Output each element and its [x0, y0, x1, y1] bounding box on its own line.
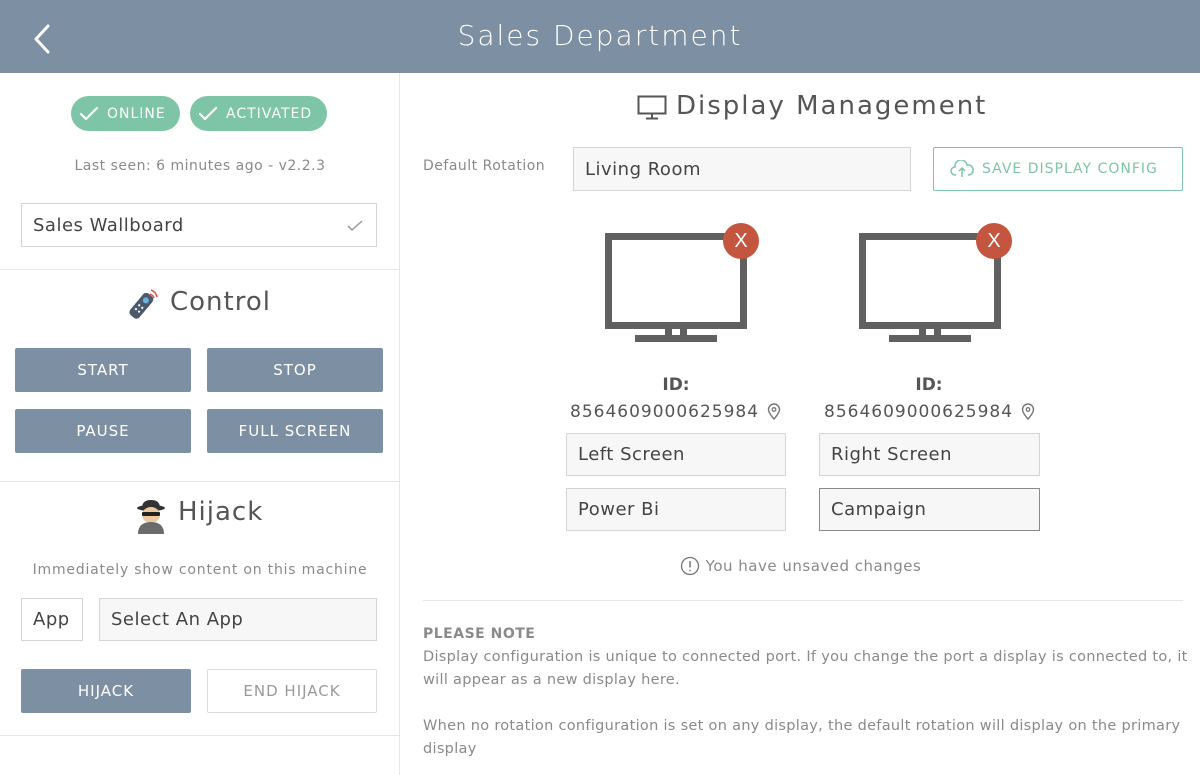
save-display-config-button[interactable]: SAVE DISPLAY CONFIG: [933, 147, 1183, 191]
display-name-input[interactable]: Left Screen: [566, 433, 786, 476]
monitor-icon: [637, 95, 667, 120]
divider: [0, 481, 400, 482]
default-rotation-select[interactable]: Living Room: [573, 147, 911, 191]
hijack-description: Immediately show content on this machine: [32, 562, 368, 578]
display-content-select[interactable]: Power Bi: [566, 488, 786, 531]
hijack-type-select[interactable]: App: [21, 598, 83, 641]
note-title: PLEASE NOTE: [423, 626, 536, 642]
control-title: Control: [170, 287, 271, 317]
online-badge: ONLINE: [71, 96, 180, 131]
note-paragraph: Display configuration is unique to conne…: [423, 649, 1188, 688]
wallboard-select[interactable]: Sales Wallboard: [21, 203, 377, 247]
online-label: ONLINE: [107, 105, 166, 122]
divider: [0, 269, 400, 270]
display-id-value: 8564609000625984: [824, 402, 1035, 422]
check-icon: [79, 106, 99, 120]
display-name-value: Right Screen: [831, 444, 953, 465]
pause-button[interactable]: PAUSE: [15, 409, 191, 453]
hijack-button[interactable]: HIJACK: [21, 669, 191, 713]
remote-control-icon: [129, 289, 158, 319]
divider: [423, 600, 1183, 601]
divider: [0, 735, 400, 736]
display-id-label: ID:: [662, 375, 690, 395]
alert-circle-icon: [680, 556, 699, 576]
default-rotation-label: Default Rotation: [423, 158, 546, 174]
display-management-panel: Display Management Default Rotation Livi…: [401, 73, 1200, 775]
display-id-number: 8564609000625984: [570, 402, 760, 422]
display-id-number: 8564609000625984: [824, 402, 1014, 422]
save-display-config-label: SAVE DISPLAY CONFIG: [982, 161, 1158, 177]
unsaved-changes-text: You have unsaved changes: [705, 557, 922, 575]
display-management-title: Display Management: [676, 91, 988, 121]
display-content-select[interactable]: Campaign: [819, 488, 1040, 531]
end-hijack-button[interactable]: END HIJACK: [207, 669, 377, 713]
display-name-input[interactable]: Right Screen: [819, 433, 1040, 476]
cloud-upload-icon: [950, 160, 974, 177]
check-icon: [198, 106, 218, 120]
display-id-value: 8564609000625984: [570, 402, 781, 422]
full-screen-button[interactable]: FULL SCREEN: [207, 409, 383, 453]
remove-display-button[interactable]: X: [976, 223, 1012, 259]
checkmark-icon: [347, 220, 363, 232]
location-pin-icon[interactable]: [767, 403, 781, 421]
left-panel: ONLINE ACTIVATED Last seen: 6 minutes ag…: [0, 73, 400, 775]
hijack-title: Hijack: [178, 497, 264, 527]
start-button[interactable]: START: [15, 348, 191, 392]
display-name-value: Left Screen: [578, 444, 685, 465]
display-content-value: Power Bi: [578, 499, 660, 520]
page-title: Sales Department: [457, 19, 743, 52]
last-seen-text: Last seen: 6 minutes ago - v2.2.3: [74, 158, 326, 174]
display-id-label: ID:: [915, 375, 943, 395]
wallboard-value: Sales Wallboard: [33, 214, 184, 236]
remove-display-button[interactable]: X: [723, 223, 759, 259]
unsaved-changes-notice: You have unsaved changes: [401, 556, 1200, 576]
display-content-value: Campaign: [831, 499, 927, 520]
header-bar: Sales Department: [0, 0, 1200, 73]
activated-badge: ACTIVATED: [190, 96, 327, 131]
app-select-value: Select An App: [111, 609, 244, 630]
spy-icon: [137, 500, 165, 534]
stop-button[interactable]: STOP: [207, 348, 383, 392]
location-pin-icon[interactable]: [1021, 403, 1035, 421]
default-rotation-value: Living Room: [585, 158, 701, 180]
hijack-type-value: App: [33, 609, 70, 630]
activated-label: ACTIVATED: [226, 105, 313, 122]
app-select[interactable]: Select An App: [99, 598, 377, 641]
note-paragraph: When no rotation configuration is set on…: [423, 718, 1181, 757]
